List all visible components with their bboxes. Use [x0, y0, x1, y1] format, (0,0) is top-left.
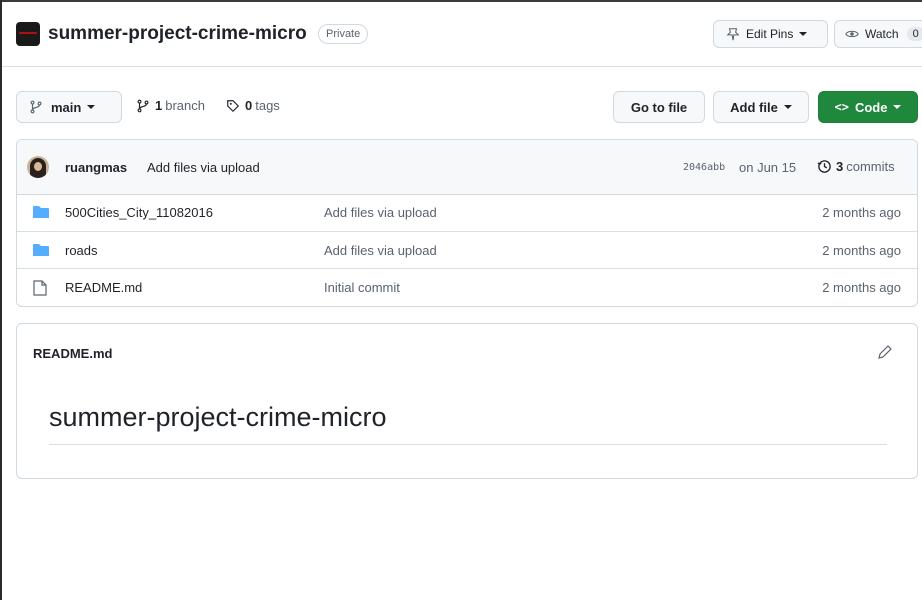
code-button[interactable]: <> Code [818, 91, 918, 123]
branch-name: main [51, 99, 82, 115]
file-name[interactable]: 500Cities_City_11082016 [65, 205, 213, 220]
commit-sha[interactable]: 2046abb [683, 162, 725, 173]
edit-pins-button[interactable]: Edit Pins [713, 20, 828, 48]
file-commit-message[interactable]: Add files via upload [324, 243, 437, 258]
pencil-icon[interactable] [877, 344, 893, 360]
watch-button[interactable]: Watch 0 [834, 20, 922, 48]
divider [49, 444, 887, 445]
file-age: 2 months ago [822, 280, 901, 295]
branch-selector-button[interactable]: main [16, 91, 122, 123]
commit-message[interactable]: Add files via upload [147, 160, 260, 175]
tag-icon [227, 99, 240, 112]
commits-history-link[interactable]: 3 commits [817, 159, 895, 174]
branch-count-label: branch [165, 98, 205, 113]
git-branch-icon [30, 100, 42, 114]
latest-commit-bar: ruangmas Add files via upload 2046abb on… [17, 140, 917, 195]
file-age: 2 months ago [822, 243, 901, 258]
readme-heading: summer-project-crime-micro [49, 402, 387, 432]
history-icon [817, 160, 831, 173]
branch-count: 1 [155, 98, 163, 113]
commit-author[interactable]: ruangmas [65, 160, 127, 175]
branches-link[interactable]: 1 branch [136, 98, 205, 113]
code-label: Code [854, 99, 888, 115]
eye-icon [845, 30, 859, 38]
avatar[interactable] [27, 156, 49, 178]
add-file-label: Add file [730, 99, 778, 115]
chevron-down-icon [799, 32, 808, 36]
code-icon: <> [834, 100, 849, 114]
tag-count: 0 [245, 98, 253, 113]
file-row[interactable]: roads Add files via upload 2 months ago [17, 231, 917, 268]
readme-panel: README.md summer-project-crime-micro [16, 323, 918, 479]
repo-owner-avatar[interactable] [16, 22, 40, 46]
window-left-border [0, 0, 2, 600]
pin-icon [726, 28, 740, 41]
folder-icon [33, 206, 49, 218]
file-name[interactable]: README.md [65, 280, 142, 295]
commit-date: on Jun 15 [739, 160, 797, 175]
chevron-down-icon [893, 105, 902, 109]
add-file-button[interactable]: Add file [713, 91, 809, 123]
repo-header: summer-project-crime-micro Private Edit … [2, 2, 922, 67]
file-row[interactable]: 500Cities_City_11082016 Add files via up… [17, 194, 917, 231]
edit-pins-label: Edit Pins [746, 27, 794, 41]
commit-count-label: commits [846, 159, 895, 174]
folder-icon [33, 244, 49, 256]
visibility-badge: Private [318, 24, 369, 44]
file-age: 2 months ago [822, 205, 901, 220]
readme-file-name[interactable]: README.md [33, 346, 112, 361]
tags-link[interactable]: 0 tags [226, 98, 280, 113]
commit-count: 3 [836, 159, 844, 174]
chevron-down-icon [87, 105, 96, 109]
file-browser: ruangmas Add files via upload 2046abb on… [16, 139, 918, 307]
git-branch-icon [137, 99, 149, 112]
watch-label: Watch [865, 27, 899, 41]
tag-count-label: tags [255, 98, 280, 113]
go-to-file-button[interactable]: Go to file [613, 91, 705, 123]
chevron-down-icon [783, 105, 792, 109]
file-commit-message[interactable]: Initial commit [324, 280, 400, 295]
file-name[interactable]: roads [65, 243, 98, 258]
file-row[interactable]: README.md Initial commit 2 months ago [17, 268, 917, 305]
repo-name[interactable]: summer-project-crime-micro [48, 23, 307, 45]
watch-count: 0 [906, 27, 922, 41]
file-commit-message[interactable]: Add files via upload [324, 205, 437, 220]
file-icon [33, 280, 47, 296]
